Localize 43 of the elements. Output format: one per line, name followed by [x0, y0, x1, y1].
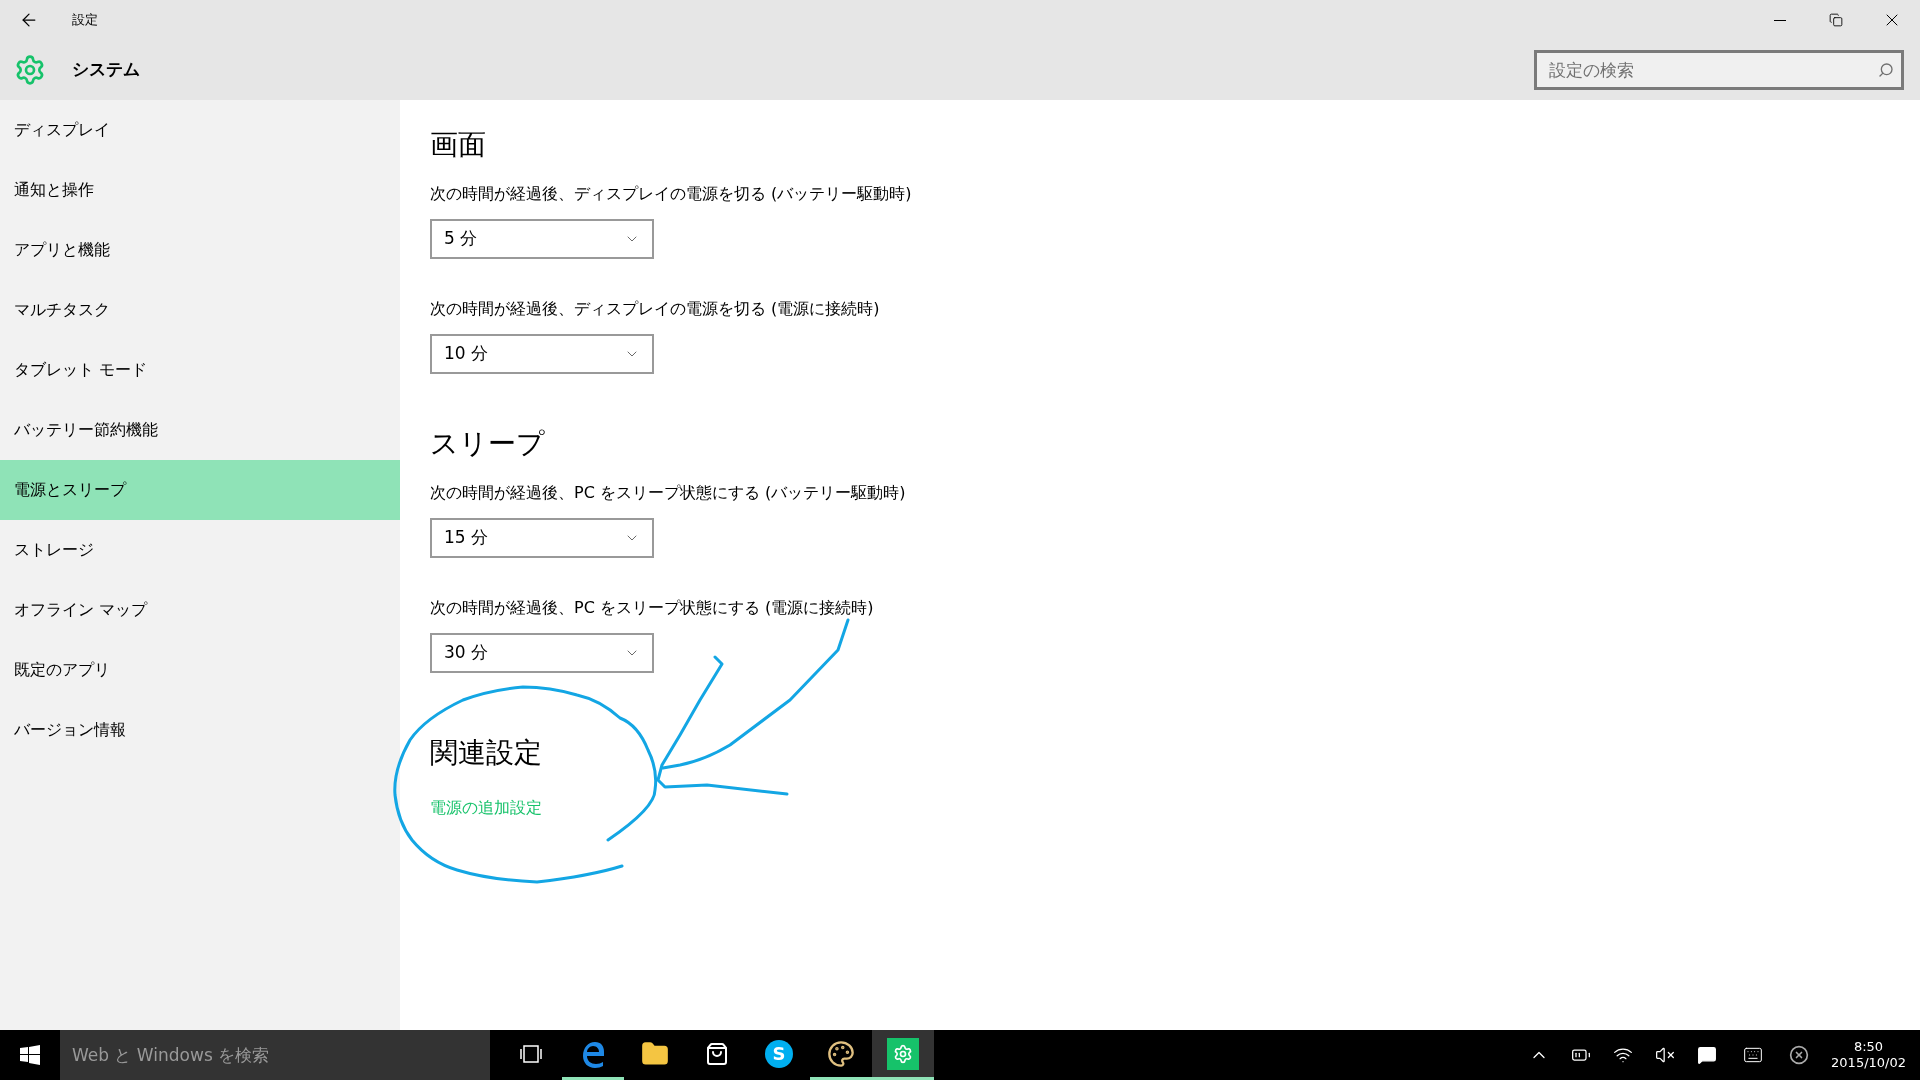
setting-label: 次の時間が経過後、PC をスリープ状態にする (電源に接続時): [430, 597, 875, 619]
sidebar-item[interactable]: バージョン情報: [0, 700, 400, 760]
taskbar-search-field[interactable]: Web と Windows を検索: [60, 1030, 490, 1080]
sidebar-item[interactable]: タブレット モード: [0, 340, 400, 400]
gear-icon: [887, 1037, 919, 1070]
dropdown[interactable]: 5 分: [430, 219, 654, 259]
dropdown[interactable]: 15 分: [430, 518, 654, 558]
section-heading: 画面: [430, 127, 487, 162]
dropdown[interactable]: 30 分: [430, 633, 654, 673]
section-heading: 関連設定: [430, 735, 543, 770]
sidebar-item[interactable]: 既定のアプリ: [0, 640, 400, 700]
section-heading: スリープ: [430, 426, 546, 461]
setting-label: 次の時間が経過後、PC をスリープ状態にする (バッテリー駆動時): [430, 482, 907, 504]
sidebar-item[interactable]: 電源とスリープ: [0, 460, 400, 520]
sidebar-item[interactable]: ストレージ: [0, 520, 400, 580]
sidebar-item[interactable]: 通知と操作: [0, 160, 400, 220]
palette-icon: [827, 1039, 855, 1068]
sidebar-item[interactable]: バッテリー節約機能: [0, 400, 400, 460]
task-view-icon: [520, 1043, 542, 1064]
browser-e-icon: [580, 1039, 606, 1068]
restore-icon: [1829, 13, 1843, 27]
shopping-bag-icon: [705, 1041, 729, 1066]
volume-muted-icon[interactable]: [1655, 1045, 1676, 1065]
search-field[interactable]: 設定の検索: [1534, 50, 1904, 90]
taskbar-app-button[interactable]: [872, 1030, 934, 1080]
folder-icon: [641, 1039, 669, 1068]
sidebar-item[interactable]: マルチタスク: [0, 280, 400, 340]
x-circle-icon[interactable]: [1789, 1045, 1810, 1065]
s-logo-icon: S: [765, 1039, 793, 1068]
sidebar-item[interactable]: オフライン マップ: [0, 580, 400, 640]
sidebar-item[interactable]: ディスプレイ: [0, 100, 400, 160]
clock[interactable]: 8:50 2015/10/02: [1831, 1038, 1906, 1072]
sidebar-item[interactable]: アプリと機能: [0, 220, 400, 280]
window-title: 設定: [72, 11, 98, 30]
minimize-icon: [1774, 19, 1786, 21]
dropdown[interactable]: 10 分: [430, 334, 654, 374]
page-title: システム: [72, 58, 140, 82]
gear-icon: [14, 54, 46, 86]
setting-label: 次の時間が経過後、ディスプレイの電源を切る (バッテリー駆動時): [430, 183, 913, 205]
setting-label: 次の時間が経過後、ディスプレイの電源を切る (電源に接続時): [430, 298, 881, 320]
message-icon[interactable]: [1697, 1045, 1718, 1065]
search-icon: [1878, 62, 1894, 78]
windows-logo-icon: [20, 1045, 40, 1065]
